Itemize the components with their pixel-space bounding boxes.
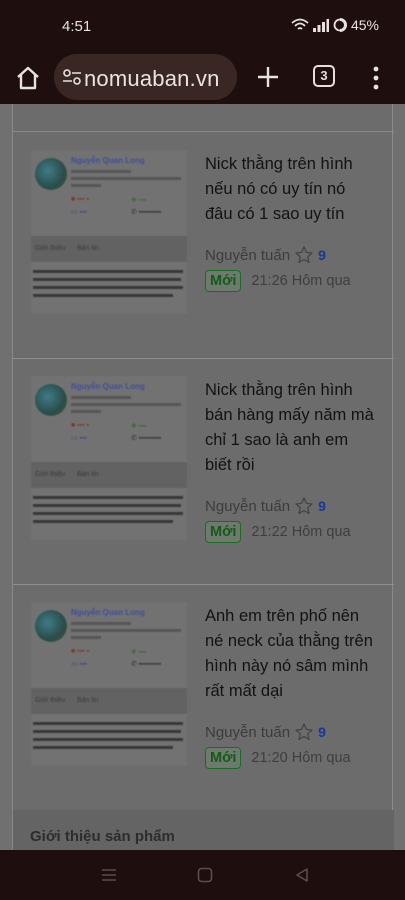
post-author-row: Nguyễn tuấn 9 xyxy=(205,722,326,742)
thumbnail-tabs: Giới thiệu Bán tin xyxy=(31,462,187,488)
post-info-row: Mới 21:22 Hôm qua xyxy=(205,521,351,543)
post-thumbnail[interactable]: Nguyễn Quan Long ■ ▪▪▪ ▪ ✚ ▪▪▪ ▭ ▪▪▪ ✆ ▪… xyxy=(31,376,187,540)
post-item[interactable]: Nguyễn Quan Long ■ ▪▪▪ ▪ ✚ ▪▪▪ ▭ ▪▪▪ ✆ ▪… xyxy=(13,358,394,585)
thumbnail-name: Nguyễn Quan Long xyxy=(71,382,145,391)
post-author-row: Nguyễn tuấn 9 xyxy=(205,496,326,516)
tab-switcher-button[interactable]: 3 xyxy=(313,65,335,87)
post-time: 21:20 Hôm qua xyxy=(251,750,351,766)
verified-icon: ✚ ▪▪▪ xyxy=(131,649,147,656)
phone-icon: ✆ ▪▪▪▪▪▪▪▪▪ xyxy=(131,209,162,216)
chat-icon: ▭ ▪▪▪ xyxy=(71,209,88,216)
new-badge: Mới xyxy=(205,521,242,543)
battery-level: 45% xyxy=(350,17,379,33)
battery-icon xyxy=(333,18,347,32)
post-info-row: Mới 21:26 Hôm qua xyxy=(205,270,351,292)
post-title[interactable]: Nick thằng trên hình nếu nó có uy tín nó… xyxy=(205,152,375,227)
section-title: Giới thiệu sản phẩm xyxy=(30,828,175,845)
thumbnail-name: Nguyễn Quan Long xyxy=(71,156,145,165)
chat-icon: ▭ ▪▪▪ xyxy=(71,435,88,442)
thumbnail-tab-sell: Bán tin xyxy=(77,245,99,252)
page-content: Nguyễn Quan Long ■ ▪▪▪ ▪ ✚ ▪▪▪ ▭ ▪▪▪ ✆ ▪… xyxy=(0,104,405,850)
post-list: Nguyễn Quan Long ■ ▪▪▪ ▪ ✚ ▪▪▪ ▭ ▪▪▪ ✆ ▪… xyxy=(12,104,394,850)
top-divider xyxy=(13,104,394,132)
post-item[interactable]: Nguyễn Quan Long ■ ▪▪▪ ▪ ✚ ▪▪▪ ▭ ▪▪▪ ✆ ▪… xyxy=(13,132,394,359)
post-thumbnail[interactable]: Nguyễn Quan Long ■ ▪▪▪ ▪ ✚ ▪▪▪ ▭ ▪▪▪ ✆ ▪… xyxy=(31,150,187,314)
post-time: 21:22 Hôm qua xyxy=(251,524,351,540)
avatar xyxy=(35,384,67,416)
post-author-row: Nguyễn tuấn 9 xyxy=(205,245,326,265)
thumbnail-tab-sell: Bán tin xyxy=(77,471,99,478)
home-icon[interactable] xyxy=(14,64,42,92)
new-badge: Mới xyxy=(205,270,242,292)
flag-icon: ■ ▪▪▪ ▪ xyxy=(71,648,90,655)
more-menu-icon[interactable] xyxy=(372,66,380,90)
flag-icon: ■ ▪▪▪ ▪ xyxy=(71,196,90,203)
verified-icon: ✚ ▪▪▪ xyxy=(131,423,147,430)
thumbnail-name: Nguyễn Quan Long xyxy=(71,608,145,617)
author-score: 9 xyxy=(318,498,326,514)
home-nav-icon[interactable] xyxy=(195,865,215,885)
post-item[interactable]: Nguyễn Quan Long ■ ▪▪▪ ▪ ✚ ▪▪▪ ▭ ▪▪▪ ✆ ▪… xyxy=(13,584,394,811)
thumbnail-tab-intro: Giới thiệu xyxy=(35,697,66,704)
new-tab-icon[interactable] xyxy=(255,64,281,90)
avatar xyxy=(35,158,67,190)
thumbnail-tab-sell: Bán tin xyxy=(77,697,99,704)
phone-icon: ✆ ▪▪▪▪▪▪▪▪▪ xyxy=(131,661,162,668)
post-author[interactable]: Nguyễn tuấn xyxy=(205,247,290,264)
system-nav-bar xyxy=(0,850,405,900)
flag-icon: ■ ▪▪▪ ▪ xyxy=(71,422,90,429)
star-icon xyxy=(295,723,313,741)
thumbnail-tab-intro: Giới thiệu xyxy=(35,471,66,478)
thumbnail-tabs: Giới thiệu Bán tin xyxy=(31,236,187,262)
author-score: 9 xyxy=(318,724,326,740)
status-icons: 45% xyxy=(291,17,379,33)
post-title[interactable]: Nick thằng trên hình bán hàng mấy năm mà… xyxy=(205,378,375,478)
back-icon[interactable] xyxy=(292,865,312,885)
wifi-icon xyxy=(291,18,309,30)
post-title[interactable]: Anh em trên phố nên né neck của thằng tr… xyxy=(205,604,375,704)
author-score: 9 xyxy=(318,247,326,263)
verified-icon: ✚ ▪▪▪ xyxy=(131,197,147,204)
avatar xyxy=(35,610,67,642)
status-bar: 4:51 45% xyxy=(0,0,405,52)
signal-icon xyxy=(312,18,329,32)
post-author[interactable]: Nguyễn tuấn xyxy=(205,724,290,741)
new-badge: Mới xyxy=(205,747,242,769)
star-icon xyxy=(295,497,313,515)
phone-icon: ✆ ▪▪▪▪▪▪▪▪▪ xyxy=(131,435,162,442)
browser-toolbar: nomuaban.vn 3 xyxy=(0,52,405,104)
chat-icon: ▭ ▪▪▪ xyxy=(71,661,88,668)
post-thumbnail[interactable]: Nguyễn Quan Long ■ ▪▪▪ ▪ ✚ ▪▪▪ ▭ ▪▪▪ ✆ ▪… xyxy=(31,602,187,766)
status-time: 4:51 xyxy=(62,18,92,35)
post-author[interactable]: Nguyễn tuấn xyxy=(205,498,290,515)
recents-icon[interactable] xyxy=(99,865,119,885)
thumbnail-tab-intro: Giới thiệu xyxy=(35,245,66,252)
thumbnail-tabs: Giới thiệu Bán tin xyxy=(31,688,187,714)
product-intro-section: Giới thiệu sản phẩm xyxy=(13,810,394,850)
address-bar[interactable]: nomuaban.vn xyxy=(54,54,237,100)
url-text: nomuaban.vn xyxy=(84,66,220,91)
post-time: 21:26 Hôm qua xyxy=(251,273,351,289)
site-settings-icon[interactable] xyxy=(62,68,82,86)
post-info-row: Mới 21:20 Hôm qua xyxy=(205,747,351,769)
star-icon xyxy=(295,246,313,264)
